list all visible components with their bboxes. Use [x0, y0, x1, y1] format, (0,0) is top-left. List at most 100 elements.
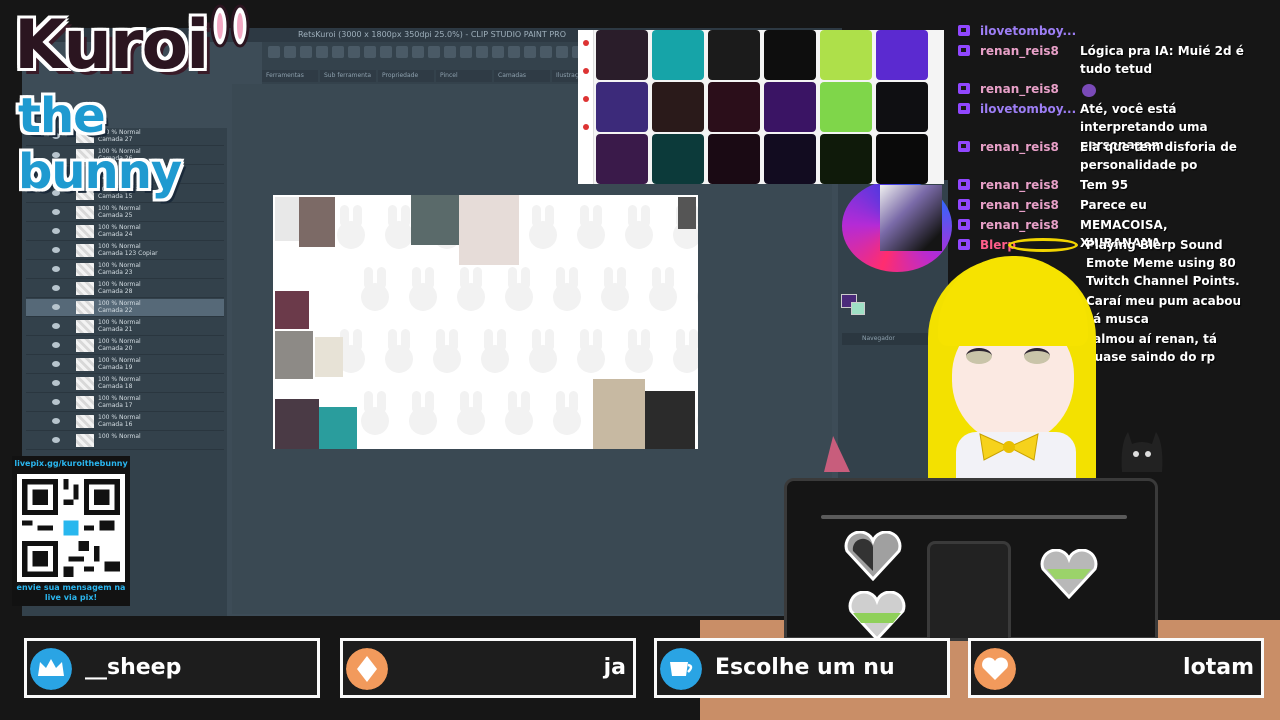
gallery-tile[interactable]	[820, 30, 872, 80]
gallery-tile[interactable]	[596, 30, 648, 80]
layer-thumbnail	[76, 301, 94, 314]
gallery-tile[interactable]	[876, 82, 928, 132]
toolbar-button[interactable]	[348, 46, 360, 58]
alert-bar-1: __sheep	[24, 638, 320, 698]
layer-row[interactable]: 100 % Normal Camada 17	[26, 394, 224, 412]
eye-icon[interactable]	[52, 285, 60, 291]
bunny-watermark-icon	[405, 391, 441, 437]
toolbar-button[interactable]	[316, 46, 328, 58]
logo-title: Kuroi	[14, 6, 209, 85]
layer-thumbnail	[76, 225, 94, 238]
layer-row[interactable]: 100 % Normal Camada 25	[26, 204, 224, 222]
halo-icon	[1008, 238, 1078, 252]
toolbar-button[interactable]	[444, 46, 456, 58]
alert-bar-4: lotam	[968, 638, 1264, 698]
panel-tab[interactable]: Ferramentas	[262, 70, 318, 82]
layer-name: Camada 16	[98, 421, 133, 428]
toolbar-button[interactable]	[364, 46, 376, 58]
panel-tab[interactable]: Camadas	[494, 70, 550, 82]
heart-icon	[974, 648, 1016, 690]
toolbar-button[interactable]	[332, 46, 344, 58]
drawing-canvas[interactable]	[273, 195, 698, 449]
bunny-watermark-icon	[429, 329, 465, 375]
layer-row[interactable]: 100 % Normal Camada 16	[26, 413, 224, 431]
eye-icon[interactable]	[52, 247, 60, 253]
gallery-tile[interactable]	[764, 134, 816, 184]
eye-icon[interactable]	[52, 323, 60, 329]
gallery-tile[interactable]	[820, 82, 872, 132]
gallery-tile[interactable]	[596, 134, 648, 184]
chat-username[interactable]: ilovetomboy...	[980, 100, 1076, 118]
toolbar-button[interactable]	[492, 46, 504, 58]
eye-icon[interactable]	[52, 228, 60, 234]
panel-tab[interactable]: Sub ferramenta	[320, 70, 376, 82]
layer-row[interactable]: 100 % Normal Camada 23	[26, 261, 224, 279]
gallery-tile[interactable]	[652, 82, 704, 132]
gallery-tile[interactable]	[652, 30, 704, 80]
bunny-watermark-icon	[669, 329, 698, 375]
toolbar-button[interactable]	[380, 46, 392, 58]
panel-tab[interactable]: Propriedade	[378, 70, 434, 82]
layer-row[interactable]: 100 % Normal Camada 22	[26, 299, 224, 317]
layer-row[interactable]: 100 % Normal Camada 24	[26, 223, 224, 241]
gallery-tile[interactable]	[708, 82, 760, 132]
eye-icon[interactable]	[52, 209, 60, 215]
gallery-tile[interactable]	[820, 134, 872, 184]
chat-username[interactable]: renan_reis8	[980, 196, 1059, 214]
gallery-tile[interactable]	[764, 30, 816, 80]
gallery-sidebar	[578, 30, 594, 184]
layer-name: Camada 123 Copiar	[98, 250, 158, 257]
toolbar-button[interactable]	[428, 46, 440, 58]
layer-row[interactable]: 100 % Normal Camada 18	[26, 375, 224, 393]
toolbar-button[interactable]	[476, 46, 488, 58]
subscriber-badge-icon	[958, 179, 970, 190]
panel-tab[interactable]: Pincel	[436, 70, 492, 82]
layer-name: Camada 18	[98, 383, 133, 390]
qr-code-icon[interactable]	[17, 474, 125, 582]
chat-username[interactable]: renan_reis8	[980, 176, 1059, 194]
toolbar-button[interactable]	[508, 46, 520, 58]
toolbar-button[interactable]	[396, 46, 408, 58]
bow-icon	[979, 433, 1039, 461]
eye-icon[interactable]	[52, 418, 60, 424]
chat-username[interactable]: renan_reis8	[980, 216, 1059, 234]
layer-name: Camada 28	[98, 288, 133, 295]
toolbar-button[interactable]	[284, 46, 296, 58]
layer-row[interactable]: 100 % Normal Camada 19	[26, 356, 224, 374]
chat-username[interactable]: ilovetomboy...	[980, 22, 1076, 40]
eye-icon[interactable]	[52, 304, 60, 310]
eye-icon[interactable]	[52, 399, 60, 405]
chat-username[interactable]: renan_reis8	[980, 80, 1059, 98]
chat-username[interactable]: renan_reis8	[980, 138, 1059, 156]
toolbar-button[interactable]	[540, 46, 552, 58]
layer-thumbnail	[76, 206, 94, 219]
toolbar-button[interactable]	[412, 46, 424, 58]
eye-icon[interactable]	[52, 361, 60, 367]
eye-icon[interactable]	[52, 380, 60, 386]
chat-username[interactable]: renan_reis8	[980, 42, 1059, 60]
layer-row[interactable]: 100 % Normal Camada 28	[26, 280, 224, 298]
eye-icon[interactable]	[52, 342, 60, 348]
subscriber-badge-icon	[958, 141, 970, 152]
gallery-tile[interactable]	[652, 134, 704, 184]
layer-row[interactable]: 100 % Normal	[26, 432, 224, 450]
gallery-tile[interactable]	[596, 82, 648, 132]
gallery-tile[interactable]	[876, 30, 928, 80]
layer-row[interactable]: 100 % Normal Camada 123 Copiar	[26, 242, 224, 260]
channel-logo: Kuroi the bunny	[8, 4, 270, 200]
toolbar-button[interactable]	[524, 46, 536, 58]
eye-icon[interactable]	[52, 266, 60, 272]
gallery-tile[interactable]	[708, 134, 760, 184]
layer-row[interactable]: 100 % Normal Camada 20	[26, 337, 224, 355]
layer-blend-mode: 100 % Normal	[98, 205, 141, 212]
layer-row[interactable]: 100 % Normal Camada 21	[26, 318, 224, 336]
gallery-tile[interactable]	[876, 134, 928, 184]
eye-icon[interactable]	[52, 437, 60, 443]
layer-name: Camada 20	[98, 345, 133, 352]
toolbar-button[interactable]	[556, 46, 568, 58]
gallery-tile[interactable]	[764, 82, 816, 132]
layer-thumbnail	[76, 282, 94, 295]
gallery-tile[interactable]	[708, 30, 760, 80]
toolbar-button[interactable]	[300, 46, 312, 58]
toolbar-button[interactable]	[460, 46, 472, 58]
